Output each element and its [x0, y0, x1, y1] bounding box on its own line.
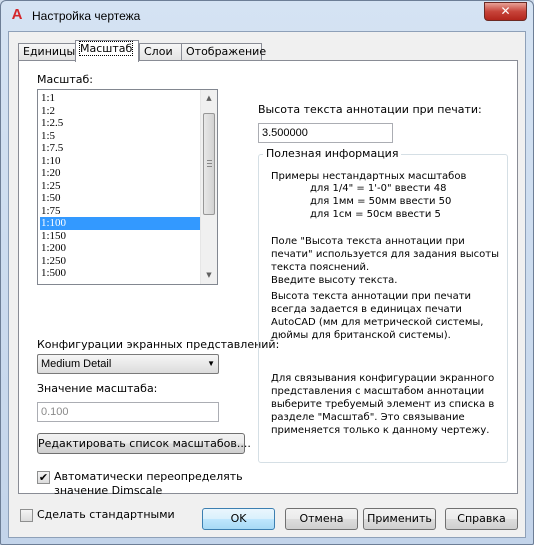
window-title: Настройка чертежа: [32, 9, 141, 23]
example-line: для 1/4" = 1'-0" ввести 48: [310, 183, 447, 194]
scale-listbox[interactable]: 1:1 1:2 1:2.5 1:5 1:7.5 1:10 1:20 1:25 1…: [37, 89, 218, 285]
list-item[interactable]: 1:2.5: [40, 117, 200, 130]
info-paragraph-1: печати" используется для задания высоты: [271, 249, 500, 260]
close-button[interactable]: ✕: [484, 2, 527, 21]
list-item[interactable]: 1:2: [40, 105, 200, 118]
scale-tab-page: Масштаб: 1:1 1:2 1:2.5 1:5 1:7.5 1:10 1:…: [18, 60, 518, 497]
tab-display[interactable]: Отображение: [181, 43, 266, 61]
list-item[interactable]: 1:1: [40, 92, 200, 105]
dialog-window: A Настройка чертежа ✕ Единицы Масштаб Сл…: [0, 0, 534, 545]
viewport-config-label: Конфигурации экранных представлений:: [37, 338, 280, 351]
annotation-height-field[interactable]: 3.500000: [258, 123, 393, 143]
auto-override-label-1: Автоматически переопределять: [54, 470, 243, 483]
info-paragraph-2: дюймы для британской системы).: [271, 330, 451, 341]
tab-scale-label: Масштаб: [78, 41, 134, 56]
scrollbar-grip-icon: [207, 160, 212, 167]
info-paragraph-1: текста пояснений.: [271, 262, 370, 273]
info-paragraph-3: применяется только к данному чертежу.: [271, 425, 490, 436]
apply-button[interactable]: Применить: [363, 508, 436, 530]
list-item-selected[interactable]: 1:100: [40, 217, 200, 230]
info-paragraph-2: всегда задается в единицах печати: [271, 304, 462, 315]
auto-override-label-2: значение Dimscale: [54, 484, 163, 497]
list-item[interactable]: 1:500: [40, 267, 200, 280]
info-paragraph-1: Поле "Высота текста аннотации при: [271, 236, 465, 247]
list-item[interactable]: 1:25: [40, 180, 200, 193]
scroll-down-arrow-icon[interactable]: ▼: [201, 267, 217, 284]
annotation-height-label: Высота текста аннотации при печати:: [258, 103, 482, 116]
make-default-label: Сделать стандартными: [37, 508, 175, 521]
tab-display-label: Отображение: [186, 45, 267, 58]
viewport-config-dropdown[interactable]: Medium Detail ▼: [37, 354, 219, 374]
example-line: для 1см = 50см ввести 5: [310, 209, 441, 220]
list-item[interactable]: 1:50: [40, 192, 200, 205]
auto-override-checkbox[interactable]: ✔: [37, 471, 50, 484]
scroll-up-arrow-icon[interactable]: ▲: [201, 90, 217, 107]
tab-layers-label: Слои: [144, 45, 173, 58]
info-paragraph-3: представления с масштабом аннотации: [271, 386, 485, 397]
list-item[interactable]: 1:200: [40, 242, 200, 255]
scale-list-label: Масштаб:: [37, 73, 93, 86]
info-paragraph-2: Высота текста аннотации при печати: [271, 291, 472, 302]
scrollbar-thumb[interactable]: [203, 113, 215, 215]
tab-layers[interactable]: Слои: [139, 43, 182, 61]
help-button[interactable]: Справка: [445, 508, 518, 530]
list-item[interactable]: 1:250: [40, 255, 200, 268]
example-line: для 1мм = 50мм ввести 50: [310, 196, 452, 207]
tab-units[interactable]: Единицы: [18, 43, 76, 61]
cancel-button[interactable]: Отмена: [285, 508, 358, 530]
info-paragraph-2: AutoCAD (мм для метрической системы,: [271, 317, 484, 328]
list-item[interactable]: 1:150: [40, 230, 200, 243]
viewport-config-value: Medium Detail: [41, 358, 112, 370]
scale-value-label: Значение масштаба:: [37, 382, 158, 395]
list-item[interactable]: 1:20: [40, 167, 200, 180]
title-bar[interactable]: A Настройка чертежа ✕: [1, 1, 533, 31]
autocad-logo-icon: A: [11, 6, 23, 23]
info-paragraph-3: разделе "Масштаб". Это связывание: [271, 412, 465, 423]
tab-scale[interactable]: Масштаб: [75, 40, 139, 62]
scale-value-field[interactable]: 0.100: [37, 402, 219, 422]
list-item[interactable]: 1:75: [40, 205, 200, 218]
info-title: Полезная информация: [263, 147, 402, 160]
tab-units-label: Единицы: [23, 45, 76, 58]
dialog-client: Единицы Масштаб Слои Отображение Масштаб…: [8, 31, 526, 538]
ok-button[interactable]: OK: [202, 508, 275, 530]
chevron-down-icon: ▼: [207, 359, 215, 368]
list-item[interactable]: 1:10: [40, 155, 200, 168]
info-paragraph-3: Для связывания конфигурации экранного: [271, 373, 495, 384]
scale-list-scrollbar[interactable]: ▲ ▼: [200, 90, 217, 284]
info-paragraph-1: Введите высоту текста.: [271, 275, 398, 286]
list-item[interactable]: 1:7.5: [40, 142, 200, 155]
edit-scale-list-button[interactable]: Редактировать список масштабов....: [37, 433, 251, 454]
info-paragraph-3: выберите требуемый элемент из списка в: [271, 399, 495, 410]
info-groupbox: Полезная информация Примеры нестандартны…: [258, 147, 508, 463]
make-default-checkbox[interactable]: [20, 509, 33, 522]
list-item[interactable]: 1:5: [40, 130, 200, 143]
